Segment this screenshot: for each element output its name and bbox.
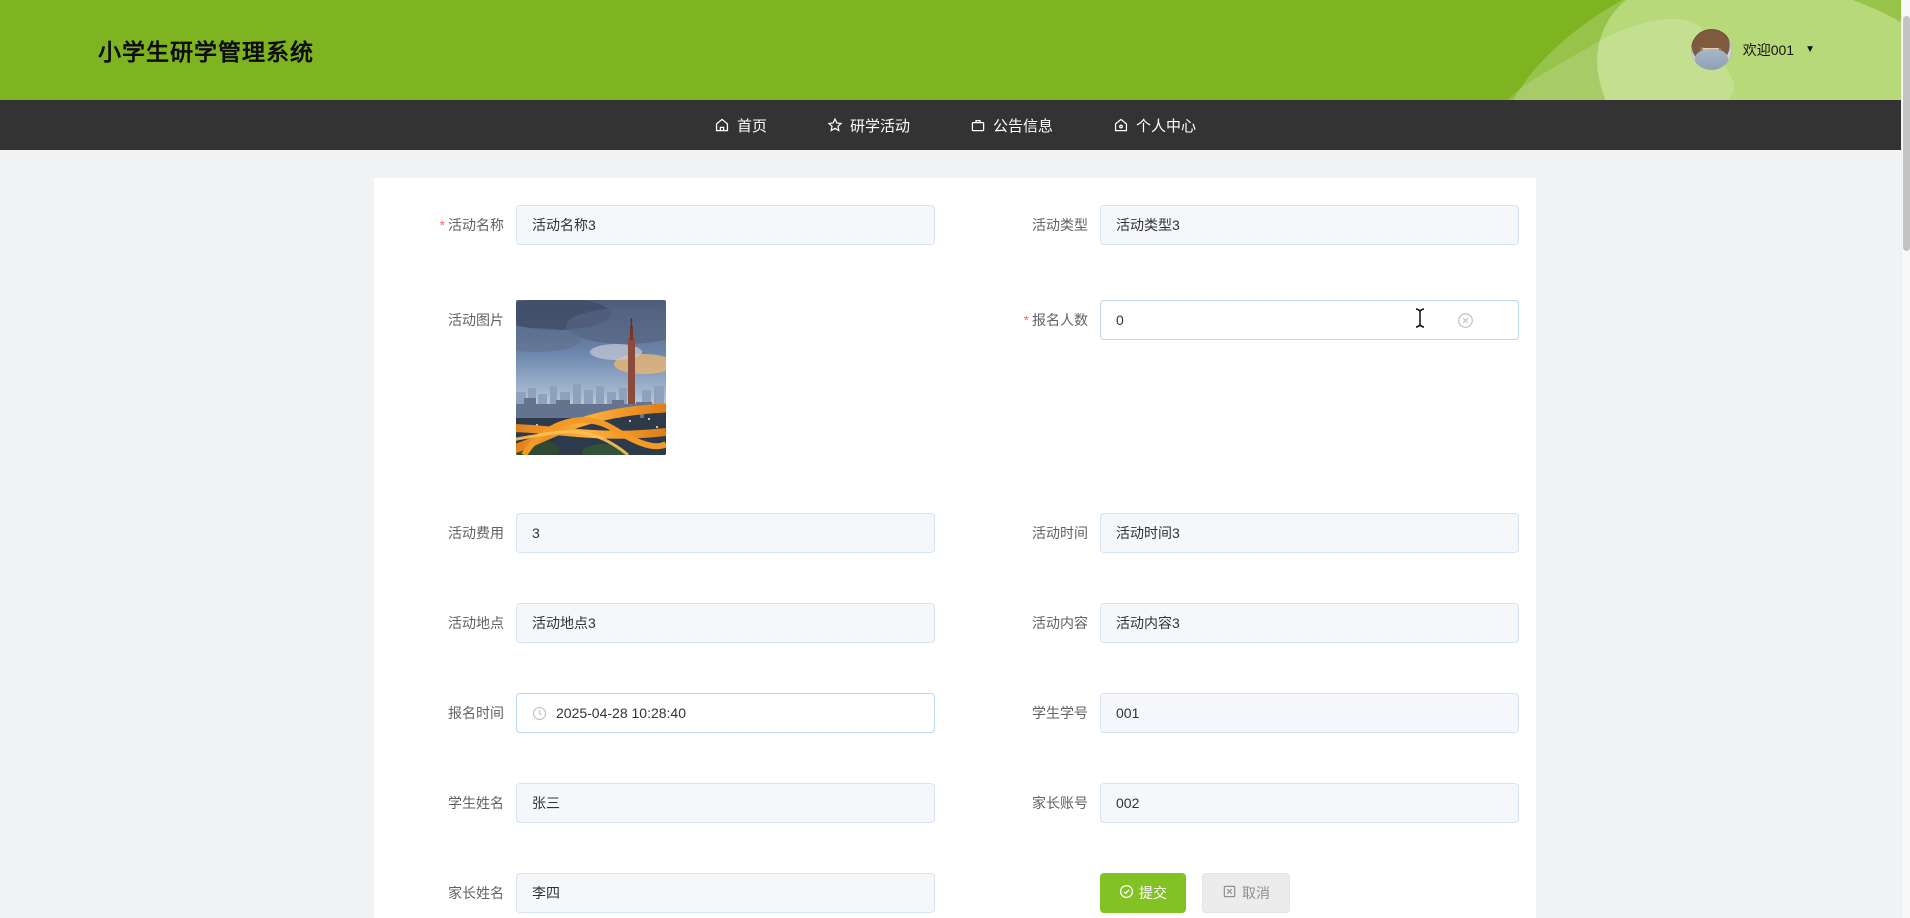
home-user-icon [1113,117,1129,133]
activity-fee-input: 3 [516,513,935,553]
field-activity-image: 活动图片 [386,300,948,455]
field-student-name: 学生姓名 张三 [386,783,948,823]
student-name-input: 张三 [516,783,935,823]
field-label: 报名时间 [448,705,504,721]
main-content: * 活动名称 活动名称3 活动类型 活动类型3 活动图片 * 报名人数 0 活动… [0,150,1910,918]
parent-name-input: 李四 [516,873,935,913]
parent-account-input: 002 [1100,783,1519,823]
clock-icon [532,706,547,721]
close-square-icon [1222,884,1237,902]
field-signup-time: 报名时间 2025-04-28 10:28:40 [386,693,948,733]
nav-item-announcements[interactable]: 公告信息 [966,100,1057,150]
nav-item-activities[interactable]: 研学活动 [823,100,914,150]
star-icon [827,117,843,133]
form-row: 报名时间 2025-04-28 10:28:40 学生学号 001 [386,693,1536,733]
app-header: 小学生研学管理系统 欢迎001 ▼ [0,0,1910,100]
student-id-input: 001 [1100,693,1519,733]
form-row: * 活动名称 活动名称3 活动类型 活动类型3 [386,205,1536,245]
field-label: * 报名人数 [1023,312,1088,328]
nav-item-label: 研学活动 [849,117,910,135]
cancel-button[interactable]: 取消 [1202,873,1290,913]
field-parent-account: 家长账号 002 [948,783,1519,823]
form-row: 活动地点 活动地点3 活动内容 活动内容3 [386,603,1536,643]
chevron-down-icon[interactable]: ▼ [1805,44,1815,55]
activity-name-input: 活动名称3 [516,205,935,245]
header-decor-swoosh [1459,0,1910,100]
clear-input-icon[interactable] [1457,312,1474,329]
nav-item-profile[interactable]: 个人中心 [1109,100,1200,150]
field-activity-fee: 活动费用 3 [386,513,948,553]
field-activity-content: 活动内容 活动内容3 [948,603,1519,643]
form-row: 活动图片 * 报名人数 0 [386,300,1536,455]
app-title: 小学生研学管理系统 [98,39,314,65]
form-actions: 提交 取消 [948,873,1290,913]
field-label: 活动内容 [1032,615,1088,631]
form-card: * 活动名称 活动名称3 活动类型 活动类型3 活动图片 * 报名人数 0 活动… [374,178,1536,918]
activity-type-input: 活动类型3 [1100,205,1519,245]
avatar[interactable] [1690,29,1732,70]
field-student-id: 学生学号 001 [948,693,1519,733]
field-activity-name: * 活动名称 活动名称3 [386,205,948,245]
user-menu[interactable]: 欢迎001 ▼ [1690,29,1815,70]
signup-count-input[interactable]: 0 [1100,300,1519,340]
briefcase-icon [970,117,986,133]
nav-item-label: 公告信息 [993,117,1054,135]
field-label: 活动类型 [1032,217,1088,233]
scrollbar-thumb[interactable] [1903,16,1910,251]
main-nav: 首页 研学活动 公告信息 个人中心 [0,100,1910,150]
nav-item-home[interactable]: 首页 [710,100,771,150]
field-label: 活动时间 [1032,525,1088,541]
field-activity-place: 活动地点 活动地点3 [386,603,948,643]
activity-image [516,300,666,455]
nav-item-label: 首页 [736,117,767,135]
home-icon [714,117,730,133]
signup-time-input[interactable]: 2025-04-28 10:28:40 [516,693,935,733]
form-row: 家长姓名 李四 提交 取消 [386,873,1536,913]
field-parent-name: 家长姓名 李四 [386,873,948,913]
vertical-scrollbar[interactable] [1901,0,1910,918]
field-label: 活动费用 [448,525,504,541]
activity-place-input: 活动地点3 [516,603,935,643]
submit-button[interactable]: 提交 [1100,873,1186,913]
field-activity-time: 活动时间 活动时间3 [948,513,1519,553]
activity-time-input: 活动时间3 [1100,513,1519,553]
field-label: 活动地点 [448,615,504,631]
mouse-cursor-ibeam [1414,307,1426,334]
activity-content-input: 活动内容3 [1100,603,1519,643]
field-label: 活动图片 [448,312,504,328]
required-marker: * [439,217,445,233]
form-row: 学生姓名 张三 家长账号 002 [386,783,1536,823]
check-circle-icon [1119,884,1134,902]
field-label: 家长账号 [1032,795,1088,811]
welcome-text: 欢迎001 [1742,41,1795,58]
field-label: 家长姓名 [448,885,504,901]
field-label: 学生学号 [1032,705,1088,721]
required-marker: * [1023,312,1029,328]
field-label: 学生姓名 [448,795,504,811]
field-signup-count: * 报名人数 0 [948,300,1519,340]
nav-item-label: 个人中心 [1136,117,1197,135]
field-label: * 活动名称 [439,217,504,233]
field-activity-type: 活动类型 活动类型3 [948,205,1519,245]
form-row: 活动费用 3 活动时间 活动时间3 [386,513,1536,553]
